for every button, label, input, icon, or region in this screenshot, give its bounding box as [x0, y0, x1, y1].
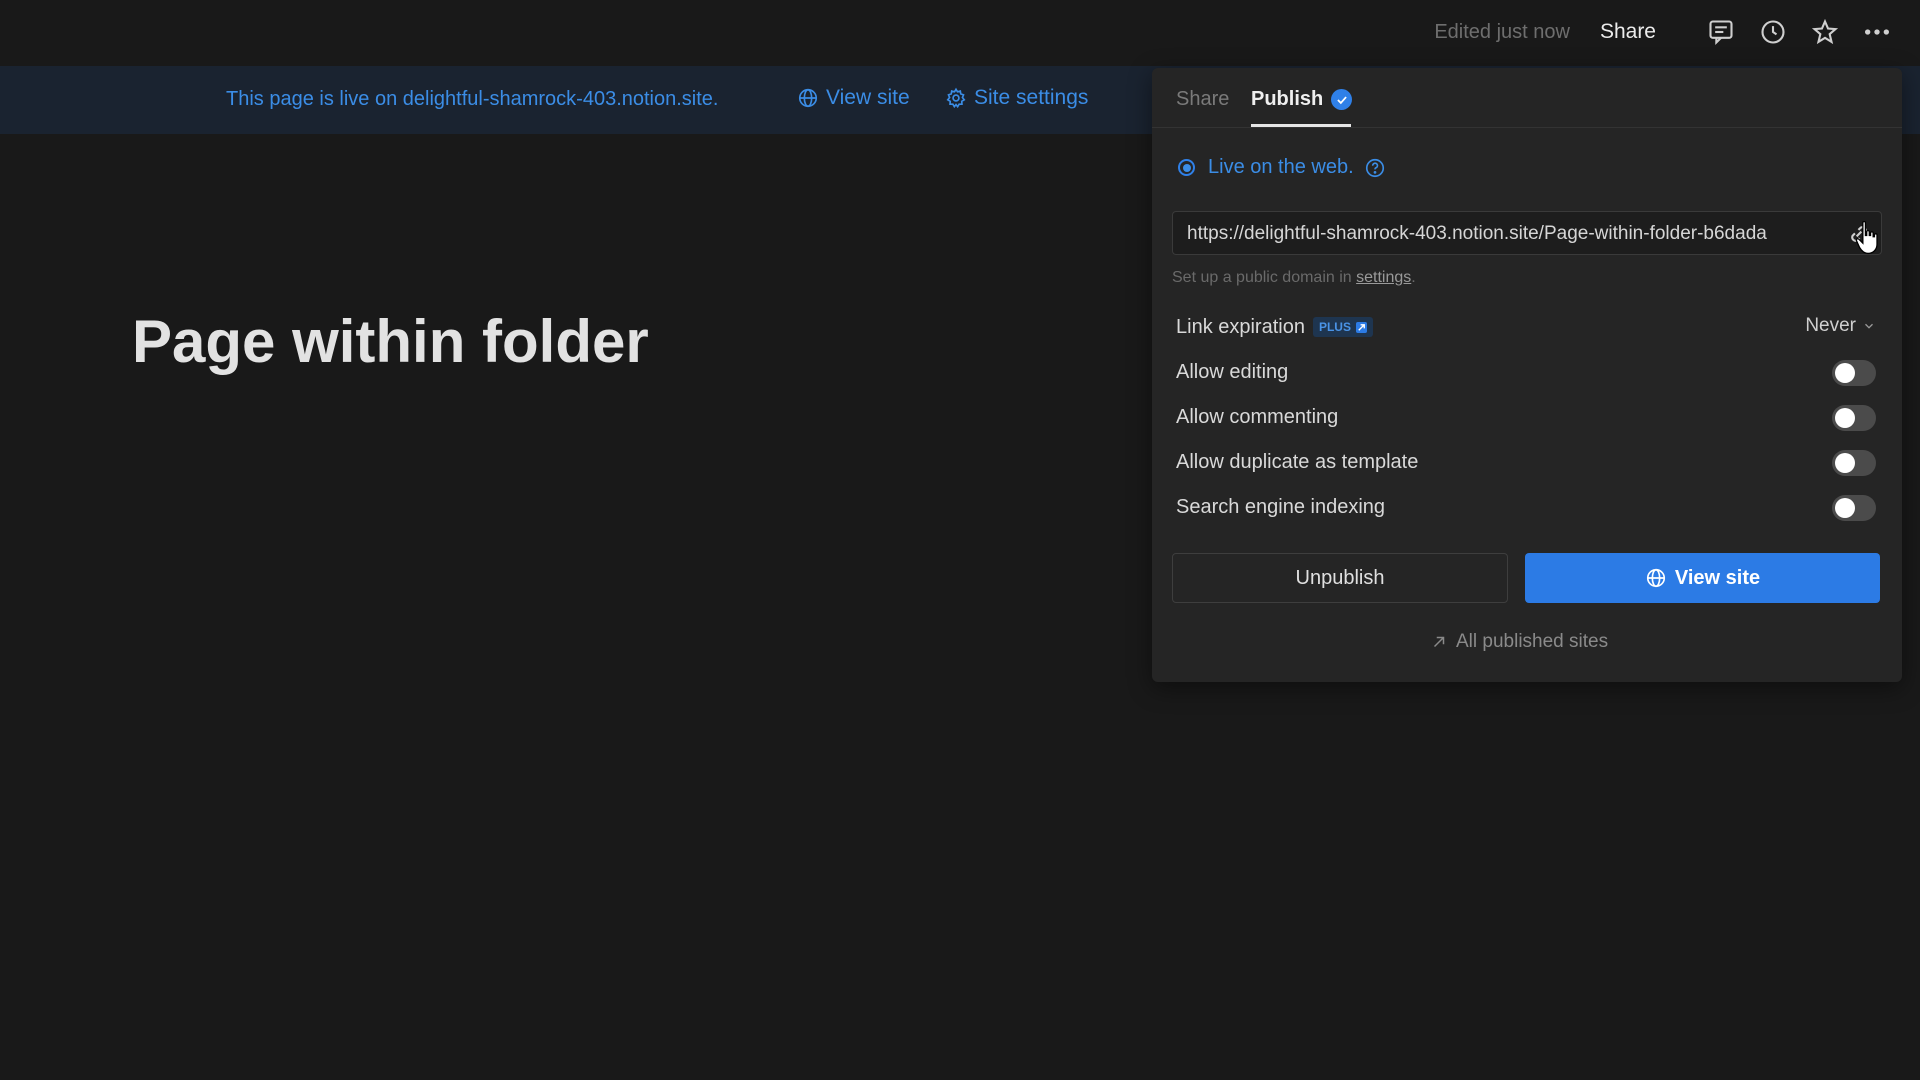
globe-icon	[798, 88, 818, 108]
allow-editing-row: Allow editing	[1176, 357, 1876, 387]
plus-badge-label: PLUS	[1318, 320, 1351, 334]
more-icon[interactable]	[1860, 15, 1894, 49]
view-site-button[interactable]: View site	[1525, 553, 1880, 603]
live-label: Live on the web.	[1208, 156, 1354, 178]
allow-editing-label: Allow editing	[1176, 360, 1289, 383]
edited-status: Edited just now	[1434, 20, 1570, 43]
live-status: Live on the web.	[1178, 156, 1386, 179]
active-tab-underline	[1251, 124, 1351, 127]
arrow-up-right-icon	[1433, 636, 1445, 648]
domain-hint-period: .	[1411, 269, 1416, 286]
copy-link-icon[interactable]	[1845, 220, 1873, 248]
settings-link[interactable]: settings	[1356, 269, 1411, 286]
share-button[interactable]: Share	[1600, 20, 1656, 44]
banner-message: This page is live on delightful-shamrock…	[226, 88, 719, 110]
allow-commenting-label: Allow commenting	[1176, 405, 1339, 428]
banner-view-site-link[interactable]: View site	[797, 86, 910, 110]
live-radio-icon	[1178, 159, 1195, 176]
public-url-text: https://delightful-shamrock-403.notion.s…	[1187, 223, 1767, 244]
search-indexing-toggle[interactable]	[1832, 495, 1876, 521]
history-icon[interactable]	[1756, 15, 1790, 49]
page-title[interactable]: Page within folder	[132, 307, 649, 376]
all-published-sites-label: All published sites	[1456, 631, 1609, 652]
domain-hint-text: Set up a public domain in	[1172, 269, 1357, 286]
chevron-down-icon	[1865, 323, 1873, 329]
star-icon[interactable]	[1808, 15, 1842, 49]
public-url-field[interactable]: https://delightful-shamrock-403.notion.s…	[1172, 211, 1882, 255]
tab-share[interactable]: Share	[1176, 88, 1229, 111]
panel-tabs: Share Publish	[1152, 68, 1902, 128]
link-expiration-label: Link expiration	[1176, 315, 1305, 338]
unpublish-button[interactable]: Unpublish	[1172, 553, 1508, 603]
publish-panel: Share Publish Live on the web. https://d…	[1152, 68, 1902, 682]
tab-publish-label: Publish	[1251, 88, 1324, 110]
search-indexing-label: Search engine indexing	[1176, 495, 1386, 518]
allow-duplicate-toggle[interactable]	[1832, 450, 1876, 476]
link-expiration-select[interactable]: Never	[1805, 315, 1876, 337]
allow-editing-toggle[interactable]	[1832, 360, 1876, 386]
all-published-sites-link[interactable]: All published sites	[1430, 631, 1608, 653]
allow-duplicate-row: Allow duplicate as template	[1176, 447, 1876, 477]
banner-view-site-label: View site	[826, 86, 910, 109]
allow-commenting-row: Allow commenting	[1176, 402, 1876, 432]
upgrade-arrow-icon	[1355, 321, 1367, 333]
banner-site-settings-label: Site settings	[974, 86, 1089, 109]
allow-duplicate-label: Allow duplicate as template	[1176, 450, 1419, 473]
help-icon[interactable]	[1364, 157, 1386, 179]
link-expiration-value: Never	[1805, 315, 1856, 336]
gear-icon	[946, 87, 966, 109]
topbar-actions: Edited just now Share	[1434, 14, 1894, 50]
domain-hint: Set up a public domain in settings.	[1172, 269, 1416, 287]
globe-icon	[1646, 568, 1665, 588]
plus-badge: PLUS	[1312, 317, 1373, 337]
search-indexing-row: Search engine indexing	[1176, 492, 1876, 522]
link-expiration-row: Link expiration PLUS Never	[1176, 312, 1876, 342]
view-site-button-label: View site	[1674, 566, 1761, 589]
banner-site-settings-link[interactable]: Site settings	[945, 86, 1088, 110]
check-icon	[1331, 89, 1353, 110]
top-bar: Edited just now Share	[0, 0, 1920, 66]
comment-icon[interactable]	[1704, 15, 1738, 49]
allow-commenting-toggle[interactable]	[1832, 405, 1876, 431]
tab-publish[interactable]: Publish	[1251, 88, 1353, 111]
